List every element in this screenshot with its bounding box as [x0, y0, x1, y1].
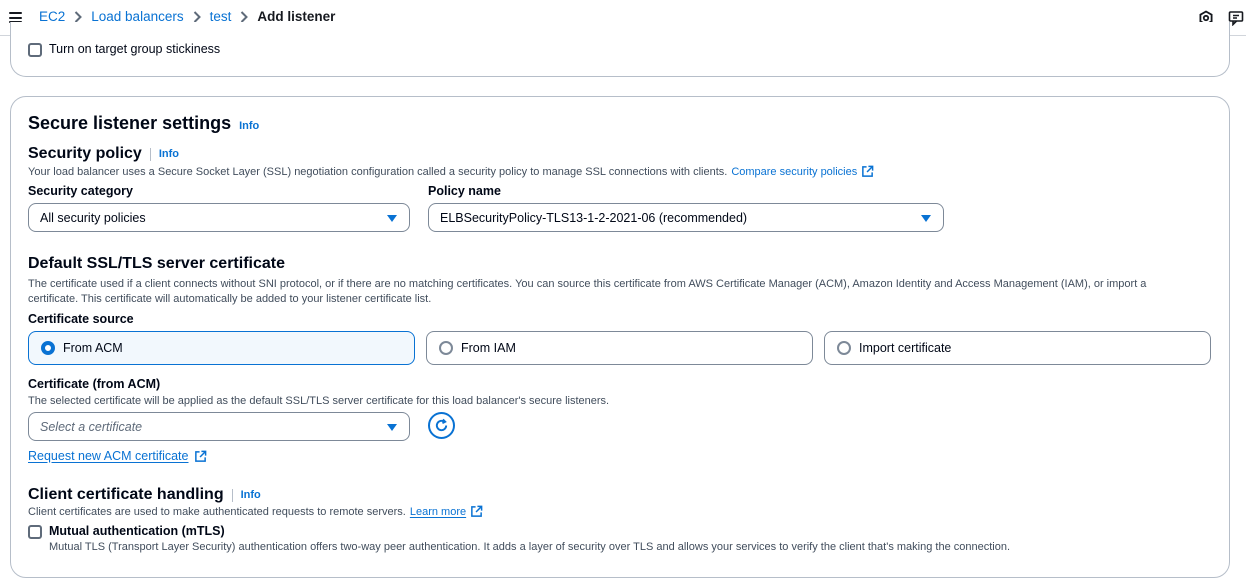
client-cert-title: Client certificate handling: [28, 486, 224, 503]
source-tile-from-acm[interactable]: From ACM: [28, 331, 415, 365]
client-cert-description: Client certificates are used to make aut…: [28, 505, 406, 518]
acm-certificate-select[interactable]: Select a certificate: [28, 412, 410, 441]
refresh-button[interactable]: [428, 412, 455, 439]
feedback-icon[interactable]: [1228, 10, 1244, 27]
security-policy-header: Security policy Info: [28, 145, 179, 163]
default-cert-description-line1: The certificate used if a client connect…: [28, 278, 1147, 290]
default-cert-title: Default SSL/TLS server certificate: [28, 255, 285, 272]
client-cert-info-link[interactable]: Info: [241, 489, 261, 501]
mtls-label: Mutual authentication (mTLS): [49, 524, 225, 538]
policy-name-label: Policy name: [428, 184, 501, 198]
radio-from-iam[interactable]: [439, 341, 453, 355]
default-cert-description-line2: certificate. This certificate will autom…: [28, 293, 432, 305]
client-cert-description-row: Client certificates are used to make aut…: [28, 505, 483, 518]
learn-more-link[interactable]: Learn more: [410, 506, 466, 518]
client-cert-header: Client certificate handling Info: [28, 486, 261, 504]
mtls-description: Mutual TLS (Transport Layer Security) au…: [49, 541, 1011, 553]
policy-name-select[interactable]: ELBSecurityPolicy-TLS13-1-2-2021-06 (rec…: [428, 203, 944, 232]
acm-certificate-description: The selected certificate will be applied…: [28, 395, 610, 407]
source-tile-import-certificate[interactable]: Import certificate: [824, 331, 1211, 365]
caret-down-icon: [387, 215, 397, 222]
source-label-from-acm: From ACM: [63, 341, 123, 355]
radio-import-certificate[interactable]: [837, 341, 851, 355]
caret-down-icon: [387, 424, 397, 431]
security-policy-info-link[interactable]: Info: [159, 148, 179, 160]
request-acm-certificate-link[interactable]: Request new ACM certificate: [28, 449, 189, 463]
mtls-checkbox[interactable]: [28, 525, 42, 539]
caret-down-icon: [921, 215, 931, 222]
source-label-import-certificate: Import certificate: [859, 341, 952, 355]
security-policy-description: Your load balancer uses a Secure Socket …: [28, 165, 728, 178]
external-link-icon[interactable]: [861, 165, 874, 178]
external-link-icon[interactable]: [194, 450, 207, 463]
security-category-value: All security policies: [40, 210, 146, 225]
security-policy-description-row: Your load balancer uses a Secure Socket …: [28, 165, 874, 178]
security-category-label: Security category: [28, 184, 133, 198]
certificate-source-label: Certificate source: [28, 312, 134, 326]
radio-from-acm[interactable]: [41, 341, 55, 355]
refresh-icon: [434, 418, 449, 433]
secure-settings-header: Secure listener settings Info: [28, 113, 259, 134]
stickiness-checkbox[interactable]: [28, 43, 42, 57]
security-policy-title: Security policy: [28, 145, 142, 162]
security-category-select[interactable]: All security policies: [28, 203, 410, 232]
chevron-right-icon: [74, 10, 83, 23]
stickiness-label: Turn on target group stickiness: [49, 42, 221, 56]
external-link-icon[interactable]: [470, 505, 483, 518]
acm-certificate-placeholder: Select a certificate: [40, 419, 143, 434]
secure-settings-title: Secure listener settings: [28, 113, 232, 133]
request-acm-row: Request new ACM certificate: [28, 449, 207, 463]
info-divider: [231, 488, 233, 502]
compare-security-policies-link[interactable]: Compare security policies: [731, 166, 857, 178]
source-tile-from-iam[interactable]: From IAM: [426, 331, 813, 365]
acm-certificate-label: Certificate (from ACM): [28, 377, 161, 391]
policy-name-value: ELBSecurityPolicy-TLS13-1-2-2021-06 (rec…: [440, 210, 748, 225]
chevron-right-icon: [193, 10, 201, 23]
info-divider: [149, 147, 151, 161]
source-label-from-iam: From IAM: [461, 341, 516, 355]
secure-settings-info-link[interactable]: Info: [239, 120, 259, 132]
chevron-right-icon: [240, 10, 249, 23]
